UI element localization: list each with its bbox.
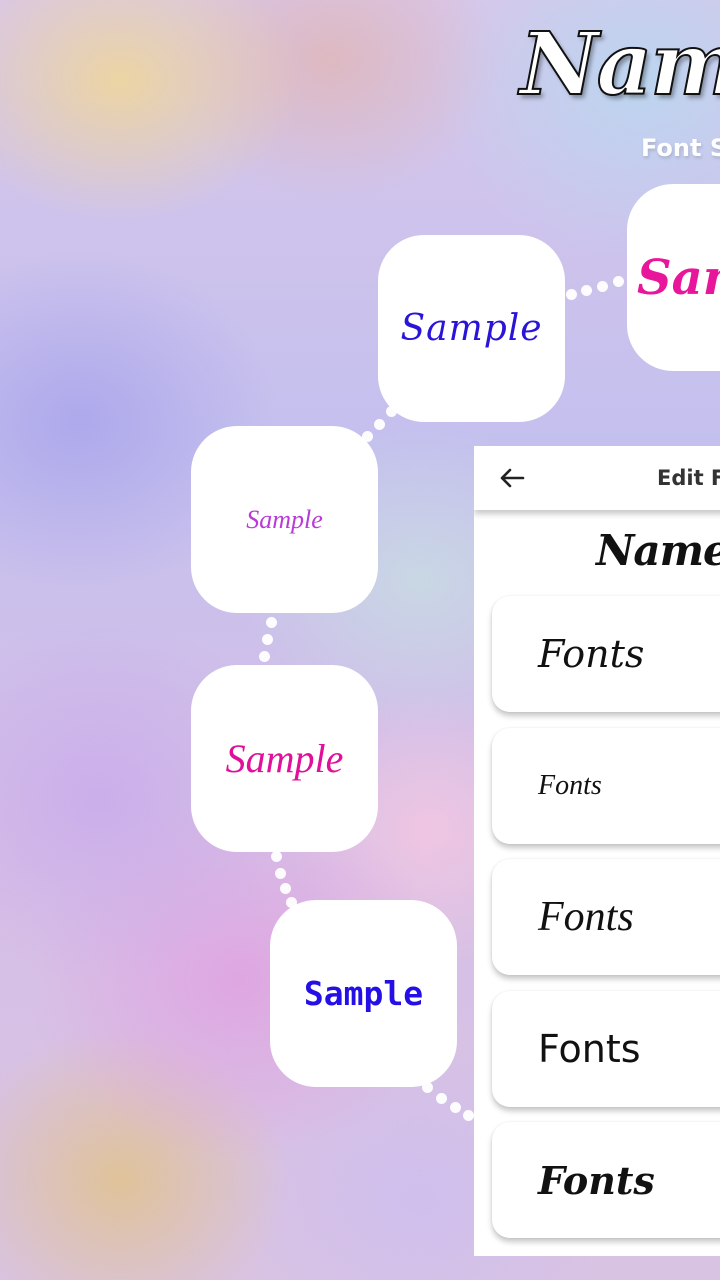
app-title: Name (519, 13, 720, 116)
path-dot (374, 419, 385, 430)
sample-tile: Sample (378, 235, 565, 422)
sample-tile: Sam (627, 184, 720, 371)
font-option-label: Fonts (538, 632, 645, 676)
path-dot (613, 276, 624, 287)
app-subtitle: Font S (641, 134, 720, 162)
toolbar: Edit F (474, 446, 720, 510)
path-dot (566, 289, 577, 300)
font-option[interactable]: Fonts (492, 991, 720, 1107)
sample-text: Sample (225, 736, 344, 781)
path-dot (436, 1093, 447, 1104)
font-option-label: Fonts (538, 1027, 641, 1071)
sample-text: Sample (246, 504, 323, 534)
path-dot (262, 634, 273, 645)
path-dot (581, 285, 592, 296)
sample-tile: Sample (191, 665, 378, 852)
path-dot (259, 651, 270, 662)
sample-text: Sample (303, 974, 424, 1013)
path-dot (463, 1110, 474, 1121)
font-option-label: Fonts (538, 894, 634, 940)
font-option-label: Fonts (538, 770, 602, 801)
path-dot (280, 883, 291, 894)
back-button[interactable] (494, 460, 530, 496)
font-option[interactable]: Fonts (492, 859, 720, 975)
arrow-left-icon (500, 468, 525, 488)
preview-heading: Name S (596, 526, 720, 575)
sample-text: Sam (637, 249, 720, 306)
sample-tile: Sample (191, 426, 378, 613)
sample-tile: Sample (270, 900, 457, 1087)
toolbar-title: Edit F (657, 466, 720, 490)
path-dot (271, 851, 282, 862)
phone-preview: Edit F Name S Fonts Fonts Fonts Fonts Fo… (474, 446, 720, 1256)
font-option[interactable]: Fonts (492, 596, 720, 712)
font-option[interactable]: Fonts (492, 1122, 720, 1238)
path-dot (266, 617, 277, 628)
path-dot (597, 281, 608, 292)
path-dot (450, 1102, 461, 1113)
font-option-label: Fonts (538, 1157, 655, 1203)
font-option[interactable]: Fonts (492, 728, 720, 844)
path-dot (275, 868, 286, 879)
sample-text: Sample (400, 308, 543, 349)
